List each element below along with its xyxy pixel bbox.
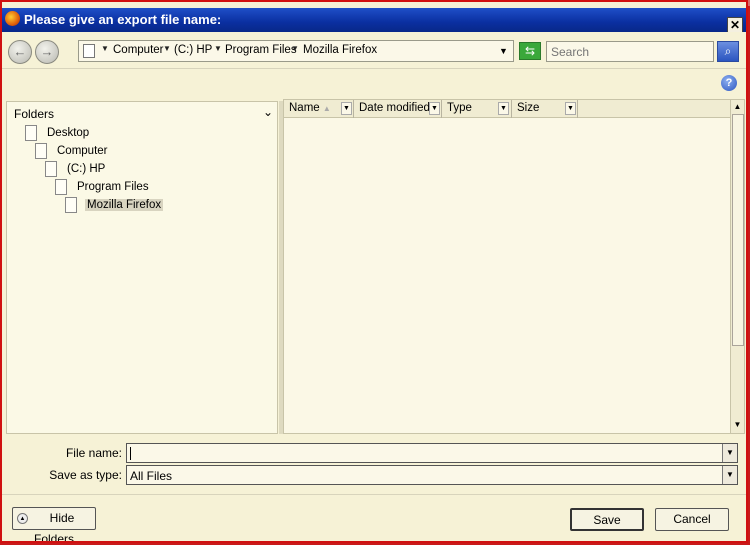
address-bar[interactable]: ▼ Computer ▼ (C:) HP ▼ Program Files ▼ M… [78,40,514,62]
chevron-down-icon[interactable]: ▼ [565,102,576,115]
breadcrumb-computer[interactable]: Computer [113,44,164,56]
breadcrumb-separator-icon[interactable]: ▼ [291,44,299,53]
save-as-type-label: Save as type: [49,468,122,482]
command-bar [2,68,746,100]
vertical-scrollbar[interactable]: ▲ ▼ [730,100,744,433]
chevron-down-icon[interactable]: ▼ [498,102,509,115]
file-name-label: File name: [65,446,122,460]
chevron-down-icon[interactable]: ⌄ [263,105,273,119]
cancel-button[interactable]: Cancel [655,508,729,531]
save-as-type-select[interactable]: All Files ▼ [126,465,738,485]
chevron-down-icon[interactable]: ▼ [341,102,352,115]
forward-button[interactable]: → [35,40,59,64]
title-bar[interactable]: Please give an export file name: ✕ [2,8,746,33]
dialog-title: Please give an export file name: [24,12,222,27]
help-icon[interactable]: ? [721,75,737,91]
tree-item-label: Mozilla Firefox [85,199,164,211]
breadcrumb-mozilla-firefox[interactable]: Mozilla Firefox [303,44,377,56]
breadcrumb-c-drive[interactable]: (C:) HP [174,44,212,56]
breadcrumb-separator-icon[interactable]: ▼ [101,44,109,53]
scroll-thumb[interactable] [732,114,744,346]
firefox-icon [5,11,20,26]
folder-icon [25,125,37,141]
chevron-down-icon[interactable]: ▼ [722,444,737,462]
chevron-up-icon: ▲ [17,513,28,524]
search-icon[interactable]: ⌕ [717,41,739,62]
close-button[interactable]: ✕ [727,17,743,33]
refresh-button[interactable]: ⇆ [519,42,541,60]
folder-icon [35,143,47,159]
tree-item-label: Program Files [77,181,149,193]
back-button[interactable]: ← [8,40,32,64]
folder-icon [55,179,67,195]
folder-icon [65,197,77,213]
folder-icon [45,161,57,177]
file-list[interactable]: Name ▲ ▼ Date modified ▼ Type ▼ Size ▼ ▲… [283,99,745,434]
breadcrumb-program-files[interactable]: Program Files [225,44,297,56]
chevron-down-icon[interactable]: ▼ [429,102,440,115]
chevron-down-icon[interactable]: ▼ [722,466,737,484]
save-as-type-value: All Files [130,469,173,483]
search-input[interactable] [546,41,714,62]
folders-pane: Folders ⌄ Desktop Computer (C:) HP Progr… [6,101,278,434]
hide-folders-button[interactable]: ▲ Hide Folders [12,507,96,541]
sort-arrow-icon: ▲ [322,104,331,113]
column-headers: Name ▲ ▼ Date modified ▼ Type ▼ Size ▼ [284,100,730,118]
breadcrumb-separator-icon[interactable]: ▼ [163,44,171,53]
tree-item-label: Computer [57,145,108,157]
chevron-down-icon[interactable]: ▼ [499,46,508,56]
breadcrumb-separator-icon[interactable]: ▼ [214,44,222,53]
tree-item-label: (C:) HP [67,163,106,175]
folders-header[interactable]: Folders [14,107,54,121]
export-dialog: Please give an export file name: ✕ ← → ▼… [0,0,748,543]
save-button[interactable]: Save [570,508,644,531]
folder-icon [83,44,95,58]
tree-item-label: Desktop [47,127,90,139]
scroll-up-icon[interactable]: ▲ [731,100,744,114]
file-name-input[interactable]: ▼ [126,443,738,463]
text-caret [130,447,131,460]
scroll-down-icon[interactable]: ▼ [731,418,744,432]
